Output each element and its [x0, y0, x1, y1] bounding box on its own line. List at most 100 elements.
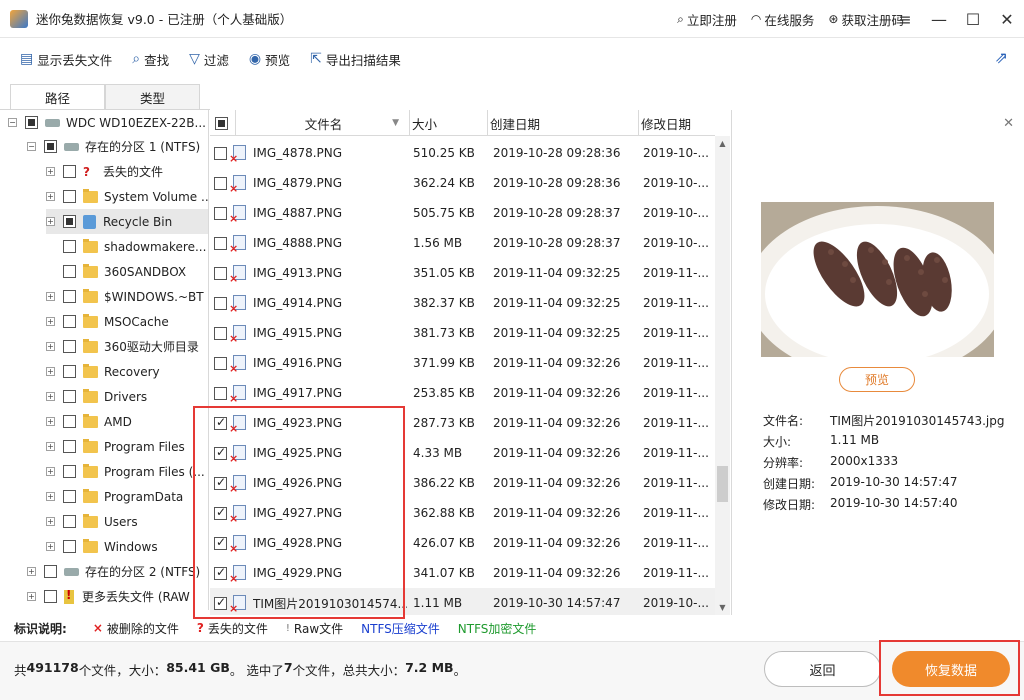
tree-checkbox[interactable]: [63, 415, 76, 428]
tree-item-recycle-bin[interactable]: + Recycle Bin: [46, 209, 208, 234]
header-select-all[interactable]: [210, 110, 236, 136]
tree-checkbox[interactable]: [63, 215, 76, 228]
collapse-icon[interactable]: −: [27, 142, 36, 151]
table-row[interactable]: IMG_4923.PNG 287.73 KB 2019-11-04 09:32:26…: [210, 408, 715, 438]
table-row[interactable]: IMG_4914.PNG 382.37 KB 2019-11-04 09:32:25…: [210, 288, 715, 318]
row-checkbox[interactable]: [214, 505, 227, 520]
tree-checkbox[interactable]: [63, 390, 76, 403]
tab-type[interactable]: 类型: [105, 84, 200, 110]
table-row[interactable]: IMG_4926.PNG 386.22 KB 2019-11-04 09:32:26…: [210, 468, 715, 498]
row-checkbox[interactable]: [214, 327, 227, 340]
tree-checkbox[interactable]: [63, 315, 76, 328]
preview-file-button[interactable]: 预览: [839, 367, 915, 392]
expand-icon[interactable]: +: [46, 192, 55, 201]
row-checkbox[interactable]: [214, 297, 227, 310]
recover-data-button[interactable]: 恢复数据: [892, 651, 1010, 687]
tree-item-amd[interactable]: + AMD: [46, 409, 132, 434]
maximize-icon[interactable]: ☐: [956, 0, 990, 38]
tree-checkbox[interactable]: [44, 565, 57, 578]
table-row[interactable]: IMG_4928.PNG 426.07 KB 2019-11-04 09:32:26…: [210, 528, 715, 558]
scroll-thumb[interactable]: [717, 466, 728, 502]
tree-checkbox[interactable]: [63, 165, 76, 178]
vertical-scrollbar[interactable]: ▲ ▼: [715, 136, 730, 615]
close-icon[interactable]: ✕: [1003, 116, 1014, 131]
tree-checkbox[interactable]: [63, 265, 76, 278]
expand-icon[interactable]: +: [46, 392, 55, 401]
back-button[interactable]: 返回: [764, 651, 881, 687]
tree-checkbox[interactable]: [63, 365, 76, 378]
tree-item-drivers[interactable]: + Drivers: [46, 384, 147, 409]
filter-button[interactable]: ▽ 过滤: [189, 50, 229, 69]
expand-icon[interactable]: +: [46, 167, 55, 176]
row-checkbox[interactable]: [214, 475, 227, 490]
row-checkbox[interactable]: [214, 237, 227, 250]
preview-button[interactable]: ◉ 预览: [249, 50, 290, 69]
tree-item-360sandbox[interactable]: 360SANDBOX: [46, 259, 186, 284]
table-row[interactable]: IMG_4888.PNG 1.56 MB 2019-10-28 09:28:37 20…: [210, 228, 715, 258]
header-size[interactable]: 大小: [410, 110, 488, 136]
minimize-icon[interactable]: —: [922, 0, 956, 38]
tree-item-msocache[interactable]: + MSOCache: [46, 309, 169, 334]
tree-checkbox[interactable]: [63, 340, 76, 353]
tree-checkbox[interactable]: [63, 240, 76, 253]
tree-item-360driver[interactable]: + 360驱动大师目录: [46, 334, 199, 359]
tree-item-system-volume[interactable]: + System Volume ...: [46, 184, 208, 209]
tree-item-program-files[interactable]: + Program Files: [46, 434, 185, 459]
tree-item-windows-bt[interactable]: + $WINDOWS.~BT: [46, 284, 204, 309]
expand-icon[interactable]: +: [46, 317, 55, 326]
row-checkbox[interactable]: [214, 177, 227, 190]
tree-drive[interactable]: − WDC WD10EZEX-22B...: [8, 110, 206, 135]
tree-partition-2[interactable]: + 存在的分区 2 (NTFS): [27, 559, 200, 584]
row-checkbox[interactable]: [214, 415, 227, 430]
tree-more-lost[interactable]: + 更多丢失文件 (RAW: [27, 584, 190, 609]
expand-icon[interactable]: +: [27, 567, 36, 576]
expand-icon[interactable]: +: [46, 517, 55, 526]
row-checkbox[interactable]: [214, 357, 227, 370]
tree-checkbox[interactable]: [63, 190, 76, 203]
row-checkbox[interactable]: [214, 535, 227, 550]
collapse-icon[interactable]: −: [8, 118, 17, 127]
row-checkbox[interactable]: [214, 387, 227, 400]
expand-icon[interactable]: +: [46, 492, 55, 501]
expand-icon[interactable]: +: [46, 467, 55, 476]
row-checkbox[interactable]: [214, 207, 227, 220]
tree-checkbox[interactable]: [25, 116, 38, 129]
scroll-up-icon[interactable]: ▲: [715, 136, 730, 151]
select-all-checkbox[interactable]: [215, 116, 228, 130]
expand-icon[interactable]: +: [46, 292, 55, 301]
register-link[interactable]: ⌕ 立即注册: [677, 10, 737, 29]
tree-checkbox[interactable]: [63, 490, 76, 503]
table-row[interactable]: IMG_4925.PNG 4.33 MB 2019-11-04 09:32:26 20…: [210, 438, 715, 468]
tree-checkbox[interactable]: [63, 540, 76, 553]
expand-icon[interactable]: +: [46, 342, 55, 351]
table-row[interactable]: IMG_4927.PNG 362.88 KB 2019-11-04 09:32:26…: [210, 498, 715, 528]
tree-checkbox[interactable]: [63, 465, 76, 478]
row-checkbox[interactable]: [214, 595, 227, 610]
table-row[interactable]: IMG_4913.PNG 351.05 KB 2019-11-04 09:32:25…: [210, 258, 715, 288]
tree-item-lost-files[interactable]: + ? 丢失的文件: [46, 159, 163, 184]
share-icon[interactable]: ⇗: [995, 48, 1008, 67]
expand-icon[interactable]: +: [46, 442, 55, 451]
table-row[interactable]: TIM图片2019103014574... 1.11 MB 2019-10-30 1…: [210, 588, 715, 615]
tree-checkbox[interactable]: [44, 140, 57, 153]
row-checkbox[interactable]: [214, 267, 227, 280]
show-lost-files-button[interactable]: ▤ 显示丢失文件: [20, 50, 112, 69]
table-row[interactable]: IMG_4929.PNG 341.07 KB 2019-11-04 09:32:26…: [210, 558, 715, 588]
table-row[interactable]: IMG_4879.PNG 362.24 KB 2019-10-28 09:28:36…: [210, 168, 715, 198]
expand-icon[interactable]: +: [46, 542, 55, 551]
expand-icon[interactable]: +: [46, 417, 55, 426]
expand-icon[interactable]: +: [27, 592, 36, 601]
table-row[interactable]: IMG_4887.PNG 505.75 KB 2019-10-28 09:28:37…: [210, 198, 715, 228]
expand-icon[interactable]: +: [46, 217, 55, 226]
online-service-link[interactable]: ◠ 在线服务: [751, 10, 815, 29]
row-checkbox[interactable]: [214, 565, 227, 580]
tree-checkbox[interactable]: [44, 590, 57, 603]
export-results-button[interactable]: ⇱ 导出扫描结果: [310, 50, 401, 69]
header-modified[interactable]: 修改日期: [639, 110, 715, 136]
header-name[interactable]: 文件名 ▼: [236, 110, 410, 136]
tree-item-windows[interactable]: + Windows: [46, 534, 158, 559]
tree-item-users[interactable]: + Users: [46, 509, 138, 534]
tree-item-program-files-x86[interactable]: + Program Files (...: [46, 459, 205, 484]
table-row[interactable]: IMG_4878.PNG 510.25 KB 2019-10-28 09:28:36…: [210, 138, 715, 168]
expand-icon[interactable]: +: [46, 367, 55, 376]
